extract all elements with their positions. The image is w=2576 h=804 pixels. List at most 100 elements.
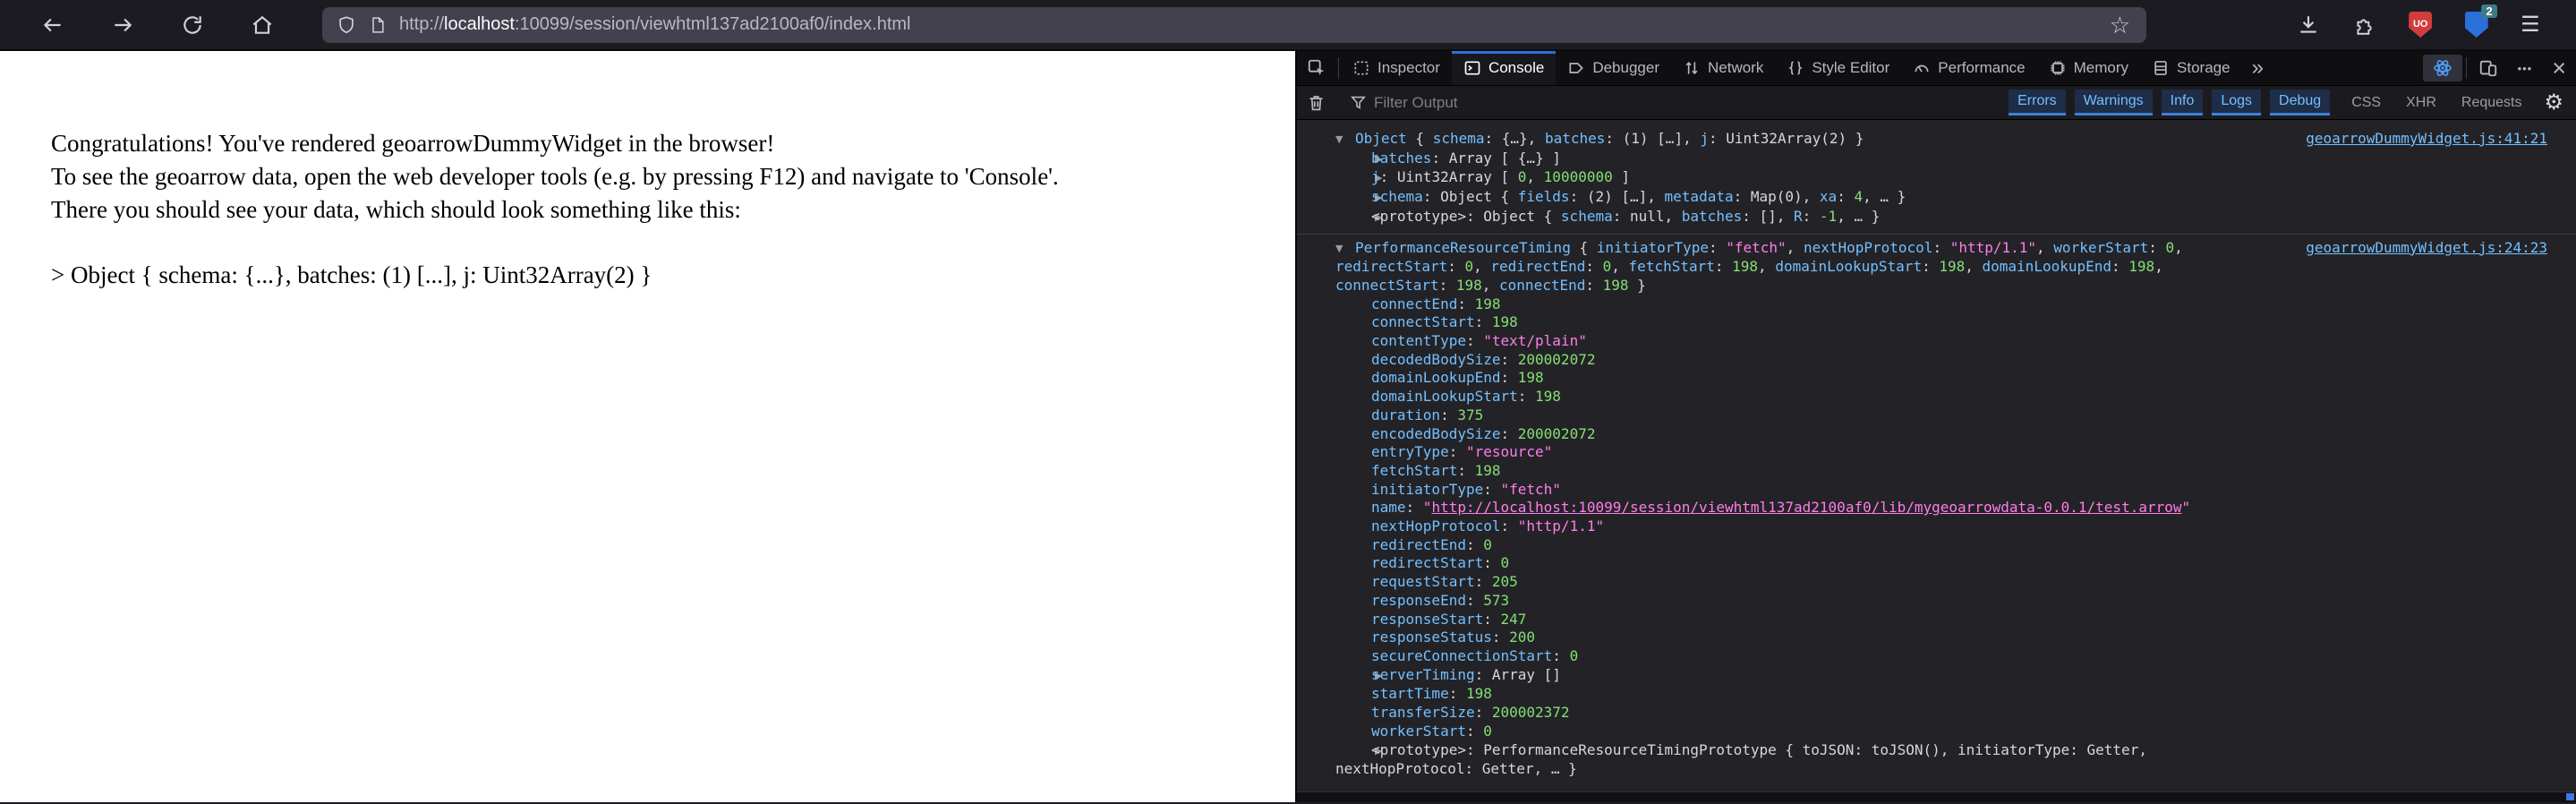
- storage-icon: [2154, 61, 2167, 75]
- console-property-row: entryType: "resource": [1371, 443, 1553, 461]
- console-bottom-strip: [1297, 791, 2576, 802]
- menu-button[interactable]: ☰: [2521, 13, 2540, 36]
- tracking-shield-icon[interactable]: [337, 14, 356, 36]
- console-property-row: contentType: "text/plain": [1371, 332, 1587, 350]
- console-log-header[interactable]: ▼ Object { schema: {…}, batches: (1) […],…: [1335, 130, 2248, 150]
- filter-debug-button[interactable]: Debug: [2270, 90, 2331, 115]
- page-content: Congratulations! You've rendered geoarro…: [0, 51, 1295, 802]
- expand-twisty-icon[interactable]: ▶: [1355, 209, 1382, 227]
- console-property-row: fetchStart: 198: [1371, 461, 1501, 479]
- more-tabs-button[interactable]: »: [2242, 51, 2273, 85]
- expand-twisty-icon[interactable]: ▼: [1335, 131, 1355, 150]
- home-icon: [252, 15, 272, 34]
- reload-button[interactable]: [158, 5, 227, 45]
- home-button[interactable]: [227, 5, 297, 45]
- expand-twisty-icon[interactable]: ▶: [1355, 189, 1382, 208]
- expand-twisty-icon[interactable]: ▶: [1355, 667, 1382, 686]
- tabbar-spacer: [2273, 51, 2421, 85]
- responsive-design-button[interactable]: [2469, 51, 2508, 85]
- style-editor-icon: [1788, 61, 1804, 75]
- intro-line-2: To see the geoarrow data, open the web d…: [51, 163, 1059, 190]
- console-property-row: name: "http://localhost:10099/session/vi…: [1371, 499, 2191, 517]
- toolbar-right-icons: UO 2 ☰: [2281, 4, 2576, 38]
- console-log: ▼ PerformanceResourceTiming { initiatorTy…: [1297, 233, 2576, 785]
- url-input[interactable]: http://localhost:10099/session/viewhtml1…: [399, 14, 2103, 35]
- resource-url-link[interactable]: http://localhost:10099/session/viewhtml1…: [1431, 499, 2181, 516]
- bookmark-star-icon[interactable]: ☆: [2103, 10, 2137, 40]
- tab-debugger[interactable]: Debugger: [1556, 51, 1671, 85]
- console-property-row: startTime: 198: [1371, 685, 1492, 703]
- inspector-icon: [1354, 61, 1369, 75]
- puzzle-icon: [2357, 18, 2372, 35]
- console-property-row: responseStart: 247: [1371, 610, 1527, 628]
- filter-warnings-button[interactable]: Warnings: [2074, 90, 2153, 115]
- console-property-row: domainLookupStart: 198: [1371, 388, 1561, 406]
- console-property-row: requestStart: 205: [1371, 573, 1518, 591]
- meatball-menu-button[interactable]: •••: [2508, 51, 2543, 85]
- console-property-row: workerStart: 0: [1371, 722, 1492, 740]
- downloads-button[interactable]: [2297, 13, 2320, 37]
- trash-icon: [1309, 96, 1323, 111]
- console-property-row[interactable]: ▶batches: Array [ {…} ]: [1335, 150, 2248, 169]
- console-property-row: secureConnectionStart: 0: [1371, 646, 1579, 664]
- source-location-link[interactable]: geoarrowDummyWidget.js:24:23: [2306, 239, 2547, 258]
- forward-button[interactable]: [88, 5, 158, 45]
- console-property-row: encodedBodySize: 200002072: [1371, 424, 1596, 442]
- back-button[interactable]: [18, 5, 88, 45]
- tab-memory[interactable]: Memory: [2037, 51, 2140, 85]
- url-bar[interactable]: http://localhost:10099/session/viewhtml1…: [322, 6, 2146, 43]
- expand-twisty-icon[interactable]: ▶: [1355, 150, 1382, 169]
- tab-storage[interactable]: Storage: [2140, 51, 2242, 85]
- console-property-row[interactable]: ▶<prototype>: PerformanceResourceTimingP…: [1335, 741, 2248, 779]
- clear-console-button[interactable]: [1297, 93, 1335, 112]
- extension-badge: 2: [2481, 4, 2497, 18]
- tab-performance[interactable]: Performance: [1901, 51, 2036, 85]
- ublock-extension-button[interactable]: UO: [2409, 12, 2433, 38]
- forward-arrow-icon: [115, 18, 132, 31]
- console-property-row[interactable]: ▶j: Uint32Array [ 0, 10000000 ]: [1335, 168, 2248, 188]
- console-property-row: nextHopProtocol: "http/1.1": [1371, 517, 1605, 535]
- console-log-header[interactable]: ▼ PerformanceResourceTiming { initiatorTy…: [1335, 239, 2248, 295]
- devtools-panel: Inspector Console Debugger Network Style…: [1295, 51, 2576, 802]
- console-settings-gear-icon[interactable]: ⚙: [2544, 90, 2563, 115]
- console-property-row: connectStart: 198: [1371, 313, 1518, 331]
- performance-icon: [1915, 64, 1929, 73]
- atom-icon: [2433, 60, 2452, 76]
- console-property-row[interactable]: ▶schema: Object { fields: (2) […], metad…: [1335, 188, 2248, 208]
- filter-xhr-button[interactable]: XHR: [2406, 95, 2436, 111]
- console-property-row[interactable]: ▶serverTiming: Array []: [1335, 666, 2248, 686]
- extension-devtool-button[interactable]: [2422, 55, 2462, 81]
- tab-style-editor[interactable]: Style Editor: [1775, 51, 1901, 85]
- ublock-shield-icon: UO: [2409, 12, 2433, 38]
- expand-twisty-icon[interactable]: ▶: [1355, 169, 1382, 188]
- filter-css-button[interactable]: CSS: [2351, 95, 2381, 111]
- expand-twisty-icon[interactable]: ▶: [1355, 742, 1382, 761]
- console-property-row: duration: 375: [1371, 406, 1484, 423]
- filter-errors-button[interactable]: Errors: [2009, 90, 2066, 115]
- extensions-button[interactable]: [2353, 13, 2376, 37]
- tab-inspector[interactable]: Inspector: [1341, 51, 1452, 85]
- filter-requests-button[interactable]: Requests: [2461, 95, 2522, 111]
- debugger-icon: [1569, 63, 1584, 73]
- console-property-row: domainLookupEnd: 198: [1371, 369, 1544, 387]
- network-icon: [1685, 61, 1698, 75]
- filter-output-input[interactable]: [1374, 93, 2000, 112]
- password-manager-extension-button[interactable]: 2: [2464, 4, 2497, 38]
- close-devtools-button[interactable]: ×: [2542, 51, 2576, 85]
- reload-icon: [183, 15, 201, 34]
- source-location-link[interactable]: geoarrowDummyWidget.js:41:21: [2306, 130, 2547, 149]
- tab-network[interactable]: Network: [1671, 51, 1775, 85]
- pick-element-button[interactable]: [1297, 51, 1336, 85]
- console-log: ▼ Object { schema: {…}, batches: (1) […],…: [1297, 125, 2576, 234]
- back-arrow-icon: [43, 18, 61, 31]
- page-info-icon[interactable]: [369, 14, 387, 36]
- filter-logs-button[interactable]: Logs: [2212, 90, 2262, 115]
- tab-console[interactable]: Console: [1451, 51, 1557, 85]
- filter-info-button[interactable]: Info: [2161, 90, 2204, 115]
- url-prefix: http://: [399, 14, 445, 34]
- scrollbar-corner-accent: [2566, 793, 2574, 800]
- expand-twisty-icon[interactable]: ▼: [1335, 240, 1355, 259]
- console-property-row[interactable]: ▶<prototype>: Object { schema: null, bat…: [1335, 208, 2248, 227]
- console-output: ▼ Object { schema: {…}, batches: (1) […],…: [1297, 120, 2576, 791]
- download-icon: [2300, 15, 2316, 33]
